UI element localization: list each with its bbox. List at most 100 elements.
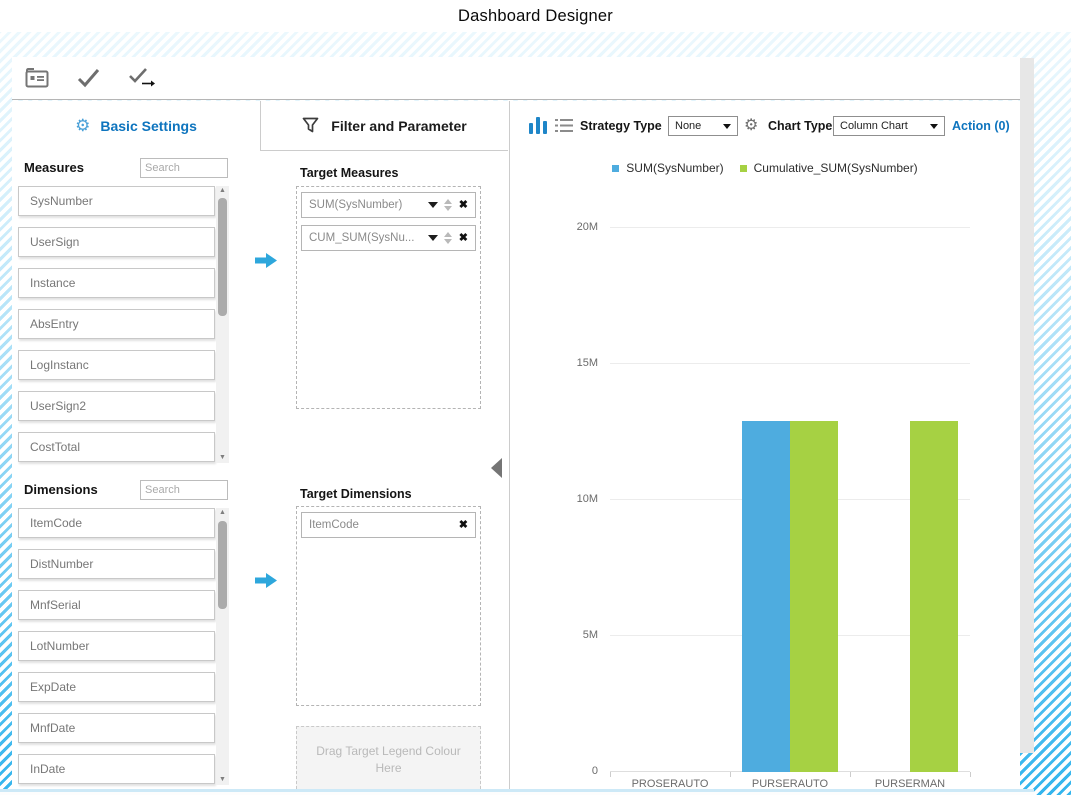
chevron-down-icon[interactable]	[428, 202, 438, 208]
target-measure-row[interactable]: CUM_SUM(SysNu... ✖	[301, 225, 476, 251]
check-button[interactable]	[74, 64, 104, 92]
list-item[interactable]: InDate	[18, 754, 215, 784]
scroll-down-icon[interactable]: ▼	[216, 775, 229, 785]
list-item[interactable]: LogInstanc	[18, 350, 215, 380]
x-axis-tick	[730, 772, 731, 777]
check-arrow-button[interactable]	[126, 64, 156, 92]
target-dimension-row[interactable]: ItemCode ✖	[301, 512, 476, 538]
action-link[interactable]: Action (0)	[952, 119, 1010, 133]
list-item[interactable]: CostTotal	[18, 432, 215, 462]
legend-swatch	[740, 165, 747, 172]
target-dimension-value: ItemCode	[309, 519, 459, 531]
target-measures-dropzone[interactable]: SUM(SysNumber) ✖ CUM_SUM(SysNu... ✖	[296, 186, 481, 409]
check-arrow-icon	[127, 67, 155, 89]
chevron-down-icon	[723, 124, 731, 129]
title-bar: Dashboard Designer	[0, 0, 1071, 32]
list-item[interactable]: UserSign	[18, 227, 215, 257]
filter-parameter-panel: Filter and Parameter Target Measures SUM…	[260, 101, 509, 789]
remove-icon[interactable]: ✖	[459, 200, 468, 211]
target-measure-value: CUM_SUM(SysNu...	[309, 232, 426, 244]
legend-swatch	[612, 165, 619, 172]
y-axis-tick-label: 20M	[577, 221, 598, 233]
strategy-type-value: None	[675, 120, 718, 132]
dimensions-scrollbar[interactable]: ▲ ▼	[216, 508, 229, 785]
basic-settings-panel: ⚙ Basic Settings Measures SysNumber User…	[12, 101, 260, 789]
target-measure-value: SUM(SysNumber)	[309, 199, 426, 211]
remove-icon[interactable]: ✖	[459, 233, 468, 244]
bar[interactable]	[910, 421, 958, 772]
collapse-panel-icon[interactable]	[491, 458, 502, 478]
y-axis-tick-label: 0	[592, 765, 598, 777]
list-item[interactable]: MnfDate	[18, 713, 215, 743]
list-item[interactable]: UserSign2	[18, 391, 215, 421]
bar[interactable]	[790, 421, 838, 772]
list-item[interactable]: SysNumber	[18, 186, 215, 216]
reorder-icon[interactable]	[444, 232, 452, 244]
list-item[interactable]: ExpDate	[18, 672, 215, 702]
y-axis-tick-label: 5M	[583, 629, 598, 641]
gear-icon: ⚙	[75, 116, 90, 136]
main-content: ⚙ Basic Settings Measures SysNumber User…	[12, 101, 1020, 789]
page-scrollbar-track[interactable]	[1020, 58, 1034, 753]
chart-plot	[610, 228, 970, 772]
target-measures-label: Target Measures	[300, 166, 398, 180]
scroll-up-icon[interactable]: ▲	[216, 186, 229, 196]
target-dimensions-dropzone[interactable]: ItemCode ✖	[296, 506, 481, 706]
dimensions-list: ItemCode DistNumber MnfSerial LotNumber …	[18, 508, 215, 795]
measures-label: Measures	[24, 160, 84, 175]
legend-drop-label: Drag Target Legend Colour Here	[314, 743, 464, 777]
scroll-down-icon[interactable]: ▼	[216, 453, 229, 463]
reorder-icon[interactable]	[444, 199, 452, 211]
chart-type-label: Chart Type	[768, 119, 832, 133]
dimensions-label: Dimensions	[24, 482, 98, 497]
list-item[interactable]: MnfSerial	[18, 590, 215, 620]
bar[interactable]	[742, 421, 790, 772]
chevron-down-icon[interactable]	[428, 235, 438, 241]
form-folder-button[interactable]	[22, 64, 52, 92]
y-axis-tick-label: 15M	[577, 357, 598, 369]
target-measure-row[interactable]: SUM(SysNumber) ✖	[301, 192, 476, 218]
check-icon	[77, 68, 101, 88]
legend-series-name: SUM(SysNumber)	[626, 161, 723, 175]
x-axis-tick	[970, 772, 971, 777]
legend-colour-dropzone[interactable]: Drag Target Legend Colour Here	[296, 726, 481, 794]
remove-icon[interactable]: ✖	[459, 520, 468, 531]
funnel-icon	[302, 117, 319, 134]
category-slot	[850, 228, 970, 772]
form-folder-icon	[24, 67, 50, 89]
x-axis-tick	[610, 772, 611, 777]
filter-parameter-label: Filter and Parameter	[331, 118, 466, 134]
chart-type-value: Column Chart	[840, 120, 925, 132]
basic-settings-label: Basic Settings	[100, 118, 196, 134]
chevron-down-icon	[930, 124, 938, 129]
target-dimensions-label: Target Dimensions	[300, 487, 412, 501]
list-item[interactable]: LotNumber	[18, 631, 215, 661]
list-item[interactable]: AbsEntry	[18, 309, 215, 339]
filter-parameter-header: Filter and Parameter	[260, 101, 508, 151]
y-axis-tick-label: 10M	[577, 493, 598, 505]
list-item[interactable]: DistNumber	[18, 549, 215, 579]
dimensions-search-input[interactable]	[140, 480, 228, 500]
legend-item[interactable]: Cumulative_SUM(SysNumber)	[740, 161, 918, 175]
strategy-type-select[interactable]: None	[668, 116, 738, 136]
scrollbar-thumb[interactable]	[218, 198, 227, 316]
dashboard-designer-window: Dashboard Designer	[0, 0, 1071, 795]
category-slot	[730, 228, 850, 772]
chart-panel: Strategy Type None ⚙ Chart Type Column C…	[509, 101, 1020, 789]
measures-list: SysNumber UserSign Instance AbsEntry Log…	[18, 186, 215, 473]
measures-search-input[interactable]	[140, 158, 228, 178]
list-item[interactable]: ItemCode	[18, 508, 215, 538]
legend-item[interactable]: SUM(SysNumber)	[612, 161, 723, 175]
x-axis-tick	[850, 772, 851, 777]
basic-settings-header[interactable]: ⚙ Basic Settings	[12, 101, 260, 151]
measures-scrollbar[interactable]: ▲ ▼	[216, 186, 229, 463]
toolbar	[12, 57, 1020, 100]
chart-type-select[interactable]: Column Chart	[833, 116, 945, 136]
list-item[interactable]: Instance	[18, 268, 215, 298]
legend-series-name: Cumulative_SUM(SysNumber)	[754, 161, 918, 175]
scroll-up-icon[interactable]: ▲	[216, 508, 229, 518]
page-title: Dashboard Designer	[458, 7, 613, 26]
scrollbar-thumb[interactable]	[218, 521, 227, 609]
gear-icon[interactable]: ⚙	[744, 115, 758, 135]
y-axis: 0 5M 10M 15M 20M	[510, 101, 598, 789]
